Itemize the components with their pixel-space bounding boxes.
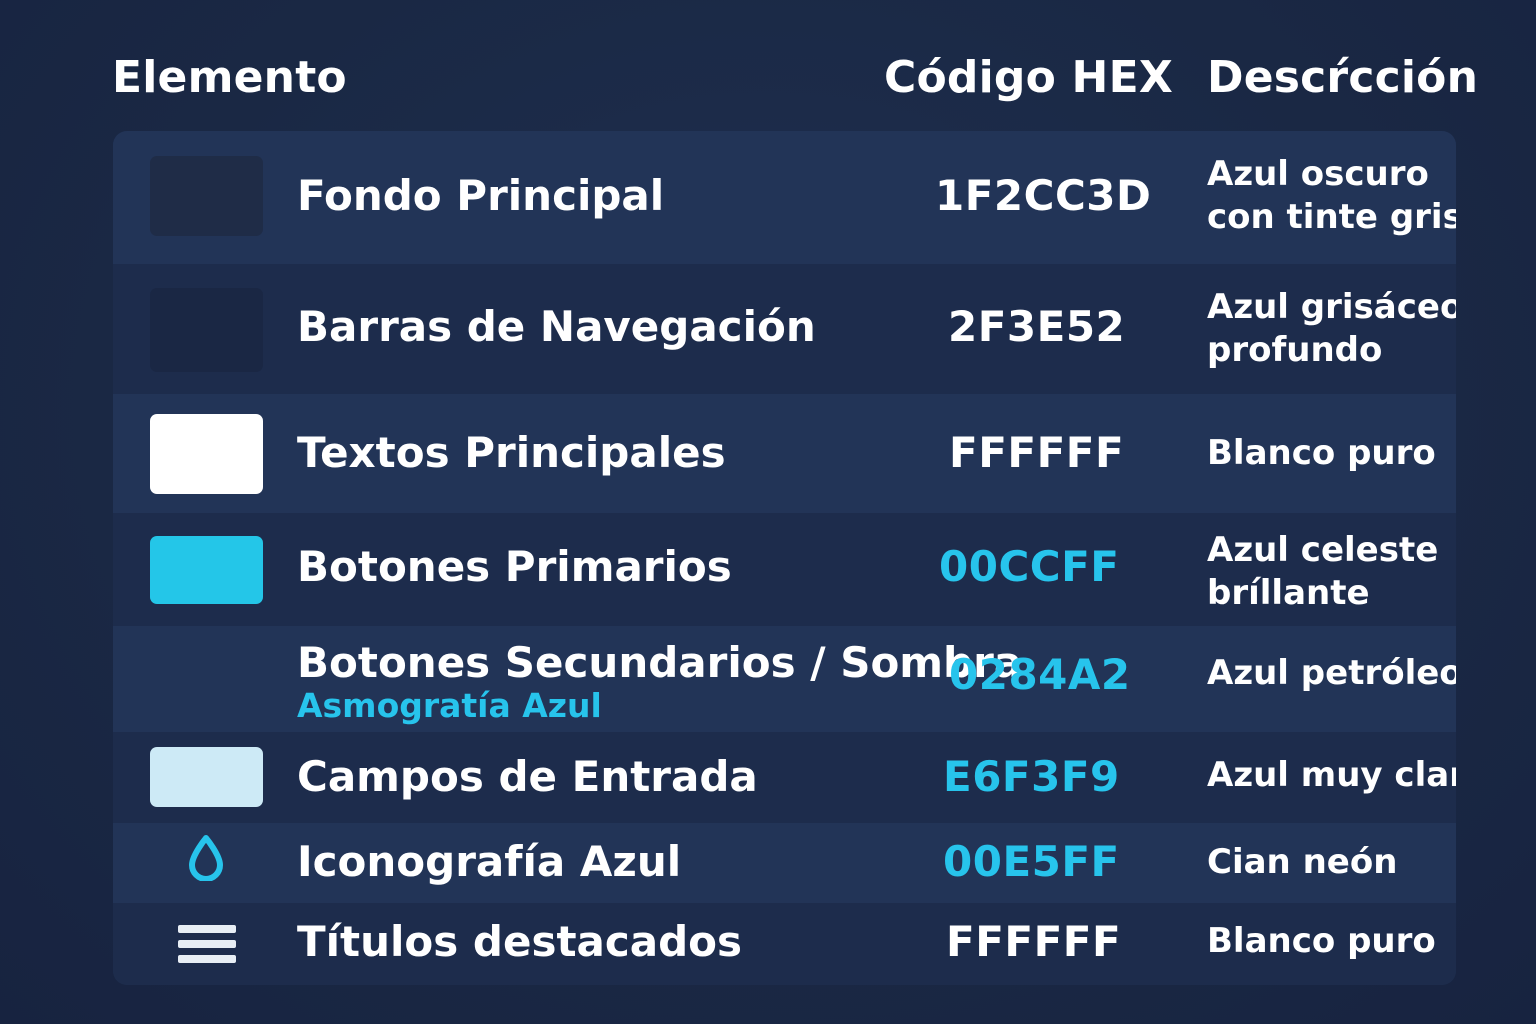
color-description: Azul muy claro [1207, 754, 1456, 797]
element-name: Textos Principales [297, 428, 726, 477]
hex-code: 2F3E52 [948, 302, 1126, 351]
element-subtitle: Asmogratía Azul [297, 686, 602, 725]
table-row: Títulos destacados FFFFFF Blanco puro [113, 903, 1456, 985]
description-line: Cian neón [1207, 842, 1398, 882]
element-name: Iconografía Azul [297, 837, 682, 886]
table-row: Campos de Entrada E6F3F9 Azul muy claro [113, 732, 1456, 823]
description-line: Blanco puro [1207, 433, 1436, 473]
color-description: Azul grisáceo profundo [1207, 286, 1456, 372]
description-line: bríllante [1207, 573, 1370, 613]
element-name: Fondo Principal [297, 171, 665, 220]
hex-code: E6F3F9 [943, 752, 1120, 801]
element-name: Barras de Navegación [297, 302, 816, 351]
description-line: Azul petróleo [1207, 653, 1456, 693]
droplet-icon [187, 835, 225, 882]
header-hex-code: Código HEX [884, 52, 1173, 103]
table-row: Fondo Principal 1F2CC3D Azul oscuro con … [113, 131, 1456, 264]
hex-code: 00E5FF [943, 837, 1120, 886]
hex-code: 1F2CC3D [935, 171, 1152, 220]
color-description: Azul petróleo [1207, 652, 1456, 695]
element-name: Botones Primarios [297, 542, 732, 591]
color-table: Fondo Principal 1F2CC3D Azul oscuro con … [113, 131, 1456, 985]
element-name: Títulos destacados [297, 917, 743, 966]
table-row: Botones Primarios 00CCFF Azul celeste br… [113, 513, 1456, 626]
color-swatch [150, 288, 263, 372]
color-swatch [150, 414, 263, 494]
color-description: Blanco puro [1207, 432, 1436, 475]
header-element: Elemento [112, 52, 347, 103]
table-row: Textos Principales FFFFFF Blanco puro [113, 394, 1456, 513]
hex-code: 0284A2 [949, 650, 1131, 699]
description-line: Azul celeste [1207, 530, 1439, 570]
element-name: Botones Secundarios / Sombra [297, 638, 1023, 687]
description-line: Azul oscuro [1207, 154, 1429, 194]
header-description: Descŕcción [1207, 52, 1479, 103]
table-row: Iconografía Azul 00E5FF Cian neón [113, 823, 1456, 903]
color-swatch [150, 156, 263, 236]
hex-code: FFFFFF [949, 428, 1125, 477]
color-description: Blanco puro [1207, 920, 1436, 963]
element-name: Campos de Entrada [297, 752, 758, 801]
color-swatch [150, 536, 263, 604]
hex-code: FFFFFF [946, 917, 1122, 966]
description-line: con tinte gris [1207, 197, 1456, 237]
color-description: Cian neón [1207, 841, 1397, 884]
hex-code: 00CCFF [939, 542, 1120, 591]
table-header: Elemento Código HEX Descŕcción [0, 52, 1536, 112]
color-description: Azul oscuro con tinte gris [1207, 153, 1456, 239]
hamburger-menu-icon [178, 925, 236, 965]
color-description: Azul celeste bríllante [1207, 529, 1438, 615]
table-row: Barras de Navegación 2F3E52 Azul grisáce… [113, 264, 1456, 394]
description-line: Blanco puro [1207, 921, 1436, 961]
description-line: Azul muy claro [1207, 755, 1456, 795]
table-row: Botones Secundarios / Sombra Asmogratía … [113, 626, 1456, 732]
description-line: profundo [1207, 330, 1383, 370]
description-line: Azul grisáceo [1207, 287, 1456, 327]
color-swatch [150, 747, 263, 807]
color-palette-page: Elemento Código HEX Descŕcción Fondo Pri… [0, 0, 1536, 1024]
